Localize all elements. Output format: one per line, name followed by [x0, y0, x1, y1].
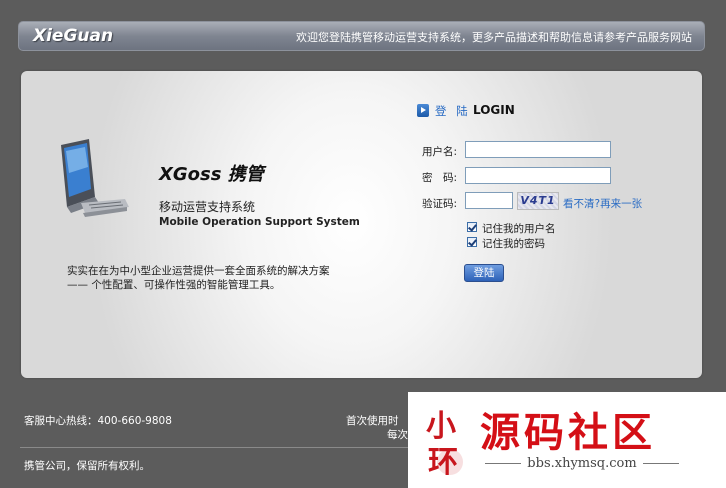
logo: XieGuan: [33, 26, 114, 46]
captcha-image[interactable]: V4T1: [517, 192, 559, 210]
product-title: XGoss 携管: [159, 164, 264, 185]
product-subtitle-cn: 移动运营支持系统: [159, 200, 256, 214]
login-heading-en: LOGIN: [473, 103, 515, 117]
watermark-title: 源码社区: [480, 409, 656, 456]
password-input[interactable]: [465, 167, 611, 184]
username-input[interactable]: [465, 141, 611, 158]
watermark: 小 环 源码社区 bbs.xhymsq.com: [408, 392, 726, 488]
remember-username-checkbox[interactable]: [467, 222, 477, 232]
svg-text:小: 小: [426, 409, 456, 444]
login-heading-cn: 登 陆: [435, 104, 471, 118]
product-description-line1: 实实在在为中小型企业运营提供一套全面系统的解决方案: [67, 265, 330, 277]
remember-password-checkbox[interactable]: [467, 237, 477, 247]
username-label: 用户名:: [422, 146, 458, 158]
product-subtitle-en: Mobile Operation Support System: [159, 216, 360, 228]
watermark-url: bbs.xhymsq.com: [470, 456, 694, 471]
watermark-seal-icon: 小 环: [426, 409, 463, 480]
welcome-message: 欢迎您登陆携管移动运营支持系统，更多产品描述和帮助信息请参考产品服务网站: [296, 31, 692, 44]
remember-username-label: 记住我的用户名: [482, 223, 556, 235]
login-panel: XGoss 携管 移动运营支持系统 Mobile Operation Suppo…: [21, 71, 702, 378]
login-button[interactable]: 登陆: [464, 264, 504, 282]
product-description-line2: —— 个性配置、可操作性强的智能管理工具。: [67, 279, 281, 291]
copyright: 携管公司，保留所有权利。: [24, 460, 150, 472]
remember-password-label: 记住我的密码: [482, 238, 545, 250]
captcha-input[interactable]: [465, 192, 513, 209]
footer-divider: [20, 447, 440, 448]
captcha-label: 验证码:: [422, 198, 458, 210]
first-use-note-2: 每次: [387, 429, 408, 441]
password-label: 密 码:: [422, 172, 458, 184]
first-use-note: 首次使用时: [346, 415, 399, 427]
service-hotline: 客服中心热线：400-660-9808: [24, 415, 172, 427]
pda-device-icon: [61, 139, 129, 217]
captcha-refresh-link[interactable]: 看不清?再来一张: [563, 196, 642, 211]
arrow-right-icon: [417, 104, 429, 117]
svg-text:环: 环: [428, 445, 458, 480]
top-header-bar: XieGuan 欢迎您登陆携管移动运营支持系统，更多产品描述和帮助信息请参考产品…: [18, 21, 705, 51]
